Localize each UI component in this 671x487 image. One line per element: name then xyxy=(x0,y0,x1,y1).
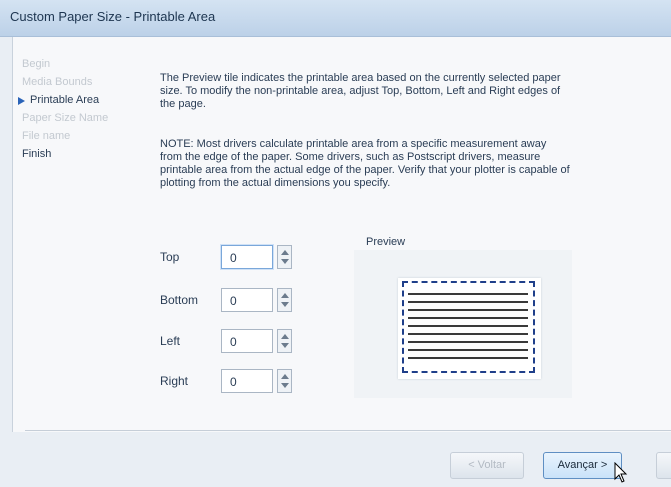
preview-text-line xyxy=(408,309,528,311)
step-printable-area-label: Printable Area xyxy=(30,94,100,106)
preview-text-line xyxy=(408,341,528,343)
top-label: Top xyxy=(160,250,180,264)
note-paragraph: NOTE: Most drivers calculate printable a… xyxy=(160,138,570,189)
next-button[interactable]: Avançar > xyxy=(543,452,622,479)
left-input[interactable]: 0 xyxy=(221,329,273,353)
step-printable-area: Printable Area xyxy=(18,94,100,106)
spin-up-icon[interactable] xyxy=(281,374,289,379)
step-file-name: File name xyxy=(22,130,71,142)
footer-divider xyxy=(25,430,671,431)
spin-up-icon[interactable] xyxy=(281,250,289,255)
bottom-label: Bottom xyxy=(160,293,199,307)
right-spinner[interactable] xyxy=(277,369,292,393)
spin-up-icon[interactable] xyxy=(281,293,289,298)
spin-down-icon[interactable] xyxy=(281,343,289,348)
preview-text-line xyxy=(408,349,528,351)
back-button[interactable]: < Voltar xyxy=(450,452,524,479)
top-input[interactable]: 0 xyxy=(221,245,273,269)
window-title: Custom Paper Size - Printable Area xyxy=(10,9,216,24)
right-input[interactable]: 0 xyxy=(221,369,273,393)
left-spinner[interactable] xyxy=(277,329,292,353)
step-begin: Begin xyxy=(22,58,51,70)
cancel-button[interactable] xyxy=(656,452,671,479)
step-finish: Finish xyxy=(22,148,52,160)
bottom-input[interactable]: 0 xyxy=(221,288,273,312)
current-step-arrow-icon xyxy=(18,97,25,105)
left-label: Left xyxy=(160,334,181,348)
title-bar: Custom Paper Size - Printable Area xyxy=(0,0,671,37)
preview-text-line xyxy=(408,357,528,359)
preview-label: Preview xyxy=(366,236,406,248)
step-media-bounds: Media Bounds xyxy=(22,76,93,88)
top-spinner[interactable] xyxy=(277,245,292,269)
preview-text-line xyxy=(408,333,528,335)
spin-down-icon[interactable] xyxy=(281,259,289,264)
description-paragraph: The Preview tile indicates the printable… xyxy=(160,72,561,110)
right-label: Right xyxy=(160,374,189,388)
bottom-spinner[interactable] xyxy=(277,288,292,312)
spin-down-icon[interactable] xyxy=(281,383,289,388)
preview-text-line xyxy=(408,317,528,319)
spin-down-icon[interactable] xyxy=(281,302,289,307)
preview-text-line xyxy=(408,325,528,327)
mouse-cursor-icon xyxy=(614,462,628,483)
spin-up-icon[interactable] xyxy=(281,334,289,339)
preview-text-line xyxy=(408,293,528,295)
preview-text-line xyxy=(408,301,528,303)
step-paper-size-name: Paper Size Name xyxy=(22,112,109,124)
